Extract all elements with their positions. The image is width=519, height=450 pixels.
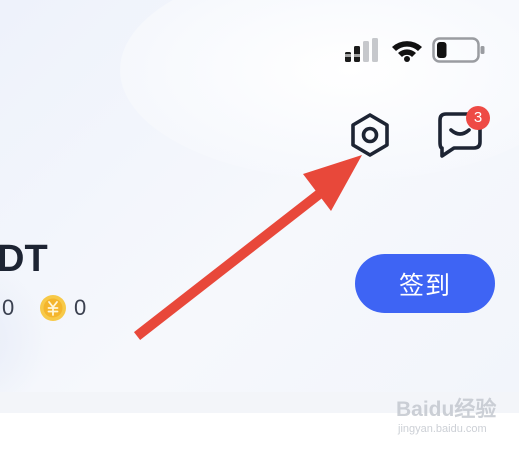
settings-icon[interactable]: [346, 111, 394, 159]
battery-icon: [432, 37, 485, 63]
watermark: Baidu经验 jingyan.baidu.com: [396, 398, 496, 438]
check-in-button[interactable]: 签到: [355, 254, 495, 313]
coin-balance: 0: [74, 295, 87, 320]
stat-value-left: 0: [2, 295, 15, 320]
watermark-url: jingyan.baidu.com: [398, 423, 487, 435]
cellular-signal-icon: [345, 38, 378, 62]
username: DT: [0, 238, 48, 280]
coin-icon: [40, 295, 66, 321]
message-count-badge: 3: [466, 106, 490, 130]
watermark-brand: Baidu经验: [396, 398, 497, 421]
wifi-icon: [392, 41, 422, 62]
